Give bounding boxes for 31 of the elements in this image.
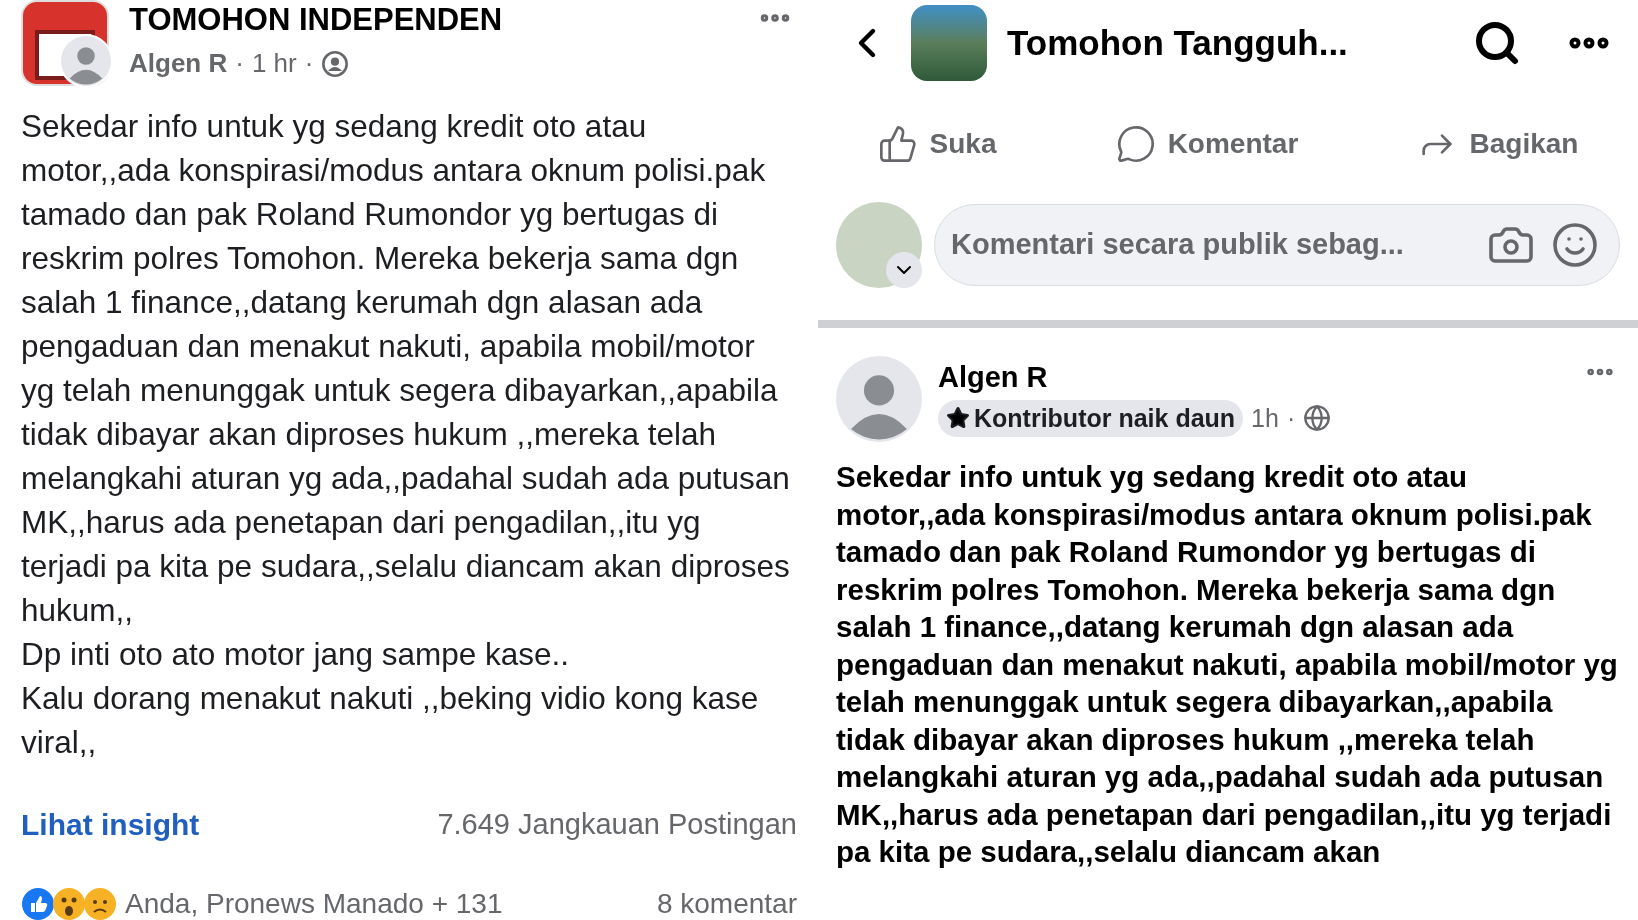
post-text: Kalu dorang menakut nakuti ,,beking vidio kong kase viral,, [21, 679, 760, 762]
separator-dot: · [1286, 402, 1296, 434]
reactions-summary[interactable]: Anda, Pronews Manado + 131 [125, 883, 503, 920]
separator-dot: · [304, 47, 314, 80]
comment-field[interactable]: Komentari secara publik sebag... [934, 204, 1620, 286]
separator-dot: · [235, 47, 244, 80]
smiley-icon[interactable] [1551, 221, 1599, 269]
globe-icon [1303, 404, 1332, 433]
thumbs-up-icon [877, 124, 918, 164]
post-action-button[interactable]: Komentar [1107, 123, 1307, 165]
group-title: Tomohon Tangguh... [1007, 21, 1349, 64]
speech-bubble-icon [1115, 124, 1156, 164]
post-action-button[interactable]: Suka [869, 123, 1005, 165]
post-time: 1 hr [251, 47, 297, 80]
avatar-icon [836, 356, 922, 442]
reach-count: 7.649 Jangkauan Postingan [437, 806, 797, 842]
post-time: 1h [1251, 402, 1279, 434]
post-text: Sekedar info untuk yg sedang kredit oto atau motor,,ada konspirasi/modus antara oknum polisi.pak tamado dan pak Roland Rumondor yg bertugas di reskrim polres Tomohon. Mereka bekerja sama dgn salah 1 finance,,datang kerumah dgn alasan ada pengaduan dan menakut nakuti, apabila mobil/motor yg telah menunggak untuk segera dibayarkan,,apabila tidak dibayar akan diproses hukum ,,mereka telah melangkahi aturan yg ada,,padahal sudah ada putusan MK,,harus ada penetapan dari pengadilan,,itu yg terjadi pa kita pe sudara,,selalu diancam akan diproses hukum,, [21, 107, 791, 630]
post-text: Sekedar info untuk yg sedang kredit oto atau motor,,ada konspirasi/modus antara oknum polisi.pak tamado dan pak Roland Rumondor yg bertugas di reskrim polres Tomohon. Mereka bekerja sama dgn salah 1 finance,,datang kerumah dgn alasan ada pengaduan dan menakut nakuti, apabila mobil/motor yg telah menunggak untuk segera dibayarkan,,apabila tidak dibayar akan diproses hukum ,,mereka telah melangkahi aturan yg ada,,padahal sudah ada putusan MK,,harus ada penetapan dari pengadilan,,itu yg terjadi pa kita pe sudara,,selalu diancam akan [836, 459, 1619, 870]
group-audience-icon [321, 49, 350, 78]
insight-link[interactable]: Lihat insight [21, 802, 200, 847]
author-name[interactable]: Algen R [129, 44, 228, 83]
search-icon[interactable] [1473, 19, 1521, 67]
avatar-icon [61, 36, 111, 86]
comment-input-field[interactable]: Komentari secara publik sebag... [951, 223, 1471, 267]
contributor-badge: Kontributor naik daun [938, 399, 1244, 437]
post-action-button[interactable]: Bagikan [1409, 123, 1587, 165]
page-name[interactable]: TOMOHON INDEPENDEN [129, 0, 503, 40]
comment-count[interactable]: 8 komentar [656, 883, 797, 920]
post-text: Dp inti oto ato motor jang sampe kase.. [21, 635, 571, 674]
author-name[interactable]: Algen R [938, 356, 1048, 400]
